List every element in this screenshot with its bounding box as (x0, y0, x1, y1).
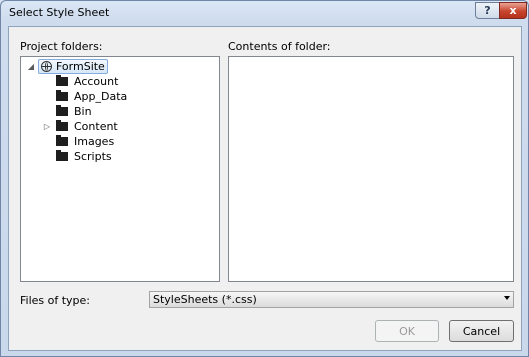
tree-node-label: Bin (74, 105, 92, 118)
tree-node-account[interactable]: Account (56, 74, 118, 89)
tree-node-label: Account (74, 75, 119, 88)
tree-node-bin[interactable]: Bin (56, 104, 92, 119)
help-icon: ? (484, 4, 491, 17)
tree-node-label: Scripts (74, 150, 112, 163)
tree-node-label: App_Data (74, 90, 128, 103)
dialog-client-area: Project folders: Contents of folder: ◢ F… (8, 26, 522, 351)
expanded-triangle-icon[interactable]: ◢ (27, 62, 35, 71)
chevron-down-icon (504, 296, 510, 300)
tree-node-label: Images (74, 135, 115, 148)
tree-node-scripts[interactable]: Scripts (56, 149, 112, 164)
dialog-title: Select Style Sheet (9, 6, 110, 19)
title-bar[interactable]: Select Style Sheet ? x (1, 1, 528, 25)
tree-node-content[interactable]: ▷ Content (43, 119, 118, 134)
project-folders-label: Project folders: (20, 40, 103, 53)
folder-icon (56, 90, 68, 101)
ok-button[interactable]: OK (375, 320, 439, 342)
tree-node-label: FormSite (56, 60, 105, 73)
contents-of-folder-label: Contents of folder: (228, 40, 331, 53)
folder-icon (56, 105, 68, 116)
tree-node-app-data[interactable]: App_Data (56, 89, 127, 104)
ok-button-label: OK (399, 324, 415, 338)
tree-node-formsite[interactable]: ◢ FormSite (27, 59, 108, 74)
dialog-window: Select Style Sheet ? x Project folders: … (0, 0, 529, 357)
folder-icon (56, 75, 68, 86)
close-icon: x (509, 4, 517, 17)
help-button[interactable]: ? (475, 2, 500, 19)
contents-of-folder-list[interactable] (228, 56, 514, 282)
collapsed-triangle-icon[interactable]: ▷ (43, 122, 51, 131)
folder-icon (56, 150, 68, 161)
tree-node-images[interactable]: Images (56, 134, 114, 149)
cancel-button-label: Cancel (462, 324, 501, 338)
files-of-type-label: Files of type: (20, 294, 91, 307)
project-folders-tree[interactable]: ◢ FormSite Account App_Data Bin ▷ Conten… (20, 56, 220, 282)
folder-icon (56, 135, 68, 146)
files-of-type-dropdown[interactable]: StyleSheets (*.css) (149, 291, 514, 308)
close-button[interactable]: x (499, 2, 527, 19)
cancel-button[interactable]: Cancel (449, 320, 514, 342)
globe-icon (41, 61, 52, 72)
files-of-type-value: StyleSheets (*.css) (153, 293, 257, 306)
selected-node[interactable]: FormSite (38, 59, 108, 74)
tree-node-label: Content (74, 120, 118, 133)
folder-icon (56, 120, 68, 131)
